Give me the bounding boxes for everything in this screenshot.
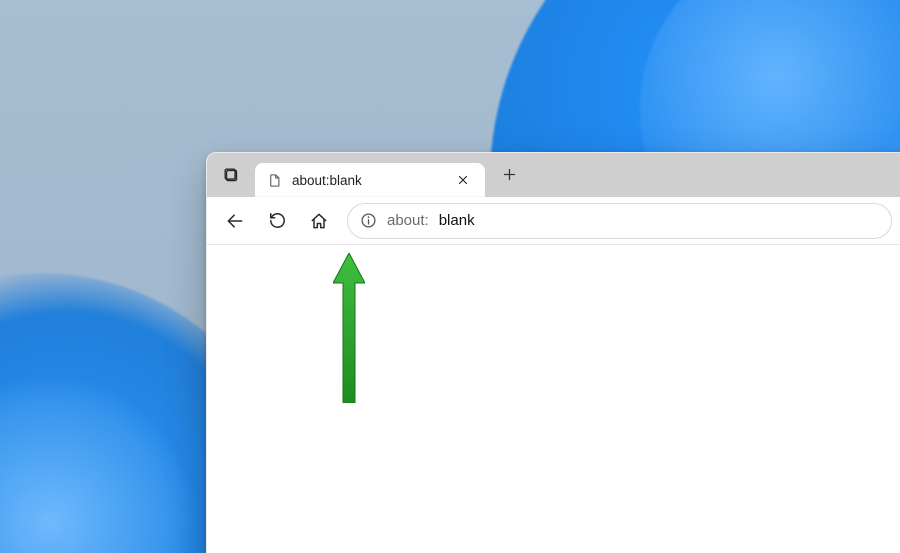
page-icon — [267, 173, 282, 188]
reload-icon — [268, 211, 287, 230]
toolbar: about: blank — [207, 197, 900, 245]
new-tab-button[interactable] — [493, 158, 525, 190]
arrow-left-icon — [225, 211, 245, 231]
tab-close-button[interactable] — [451, 168, 475, 192]
browser-window: about: blank — [206, 152, 900, 553]
browser-tab[interactable]: about:blank — [255, 163, 485, 197]
info-icon — [360, 212, 377, 229]
reload-button[interactable] — [257, 201, 297, 241]
url-scheme: about: — [387, 212, 429, 229]
home-icon — [309, 211, 329, 231]
plus-icon — [502, 167, 517, 182]
home-button[interactable] — [299, 201, 339, 241]
tab-title: about:blank — [292, 173, 441, 188]
tab-actions-icon — [223, 167, 240, 184]
url-host: blank — [439, 212, 475, 229]
back-button[interactable] — [215, 201, 255, 241]
close-icon — [457, 174, 469, 186]
tab-strip: about:blank — [207, 153, 900, 197]
tab-actions-button[interactable] — [215, 159, 247, 191]
address-bar[interactable]: about: blank — [347, 203, 892, 239]
page-content — [207, 245, 900, 553]
